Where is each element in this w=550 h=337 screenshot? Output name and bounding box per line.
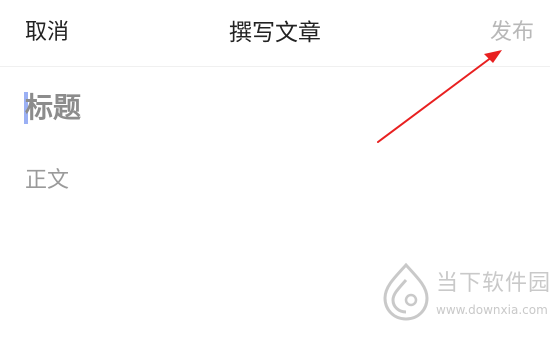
top-bar: 取消 撰写文章 发布 [0,0,550,67]
article-body-input[interactable]: 正文 [25,164,69,198]
watermark-url: www.downxia.com [436,303,548,317]
watermark: 当下软件园 www.downxia.com [380,262,550,326]
watermark-logo-icon [383,262,429,321]
watermark-site-name: 当下软件园 [436,271,550,296]
article-title-input[interactable]: 标题 [25,86,81,130]
arrow-shaft [377,56,493,143]
page-title: 撰写文章 [229,20,321,46]
publish-button[interactable]: 发布 [490,17,534,49]
